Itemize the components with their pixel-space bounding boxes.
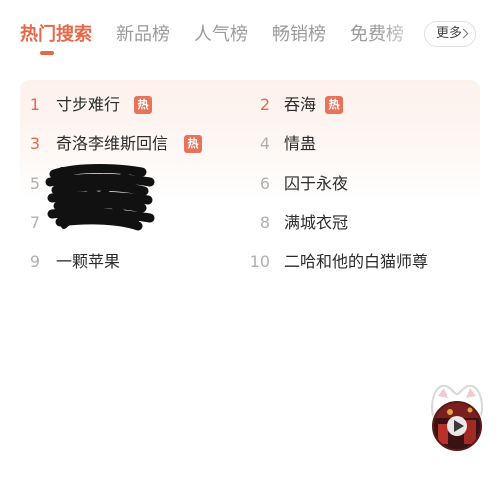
hot-search-page: 热门搜索 新品榜 人气榜 畅销榜 免费榜 更多 1 寸步难行 热 3 奇洛李维斯… bbox=[0, 0, 500, 500]
book-title: 满城衣冠 bbox=[284, 213, 349, 232]
ranking-item-6[interactable]: 6 囚于永夜 bbox=[246, 172, 466, 196]
rank-number: 8 bbox=[259, 213, 270, 232]
book-title: 一颗苹果 bbox=[56, 252, 121, 271]
ranking-item-9[interactable]: 9 一颗苹果 bbox=[16, 250, 216, 274]
book-title: 情蛊 bbox=[284, 134, 317, 153]
tab-new-books[interactable]: 新品榜 bbox=[116, 22, 170, 48]
ranking-tabs: 热门搜索 新品榜 人气榜 畅销榜 免费榜 更多 bbox=[0, 0, 500, 62]
floating-player[interactable] bbox=[420, 378, 494, 468]
rank-number: 10 bbox=[249, 252, 270, 271]
ranking-item-10[interactable]: 10 二哈和他的白猫师尊 bbox=[246, 250, 476, 274]
rank-number: 5 bbox=[29, 174, 40, 193]
more-button[interactable]: 更多 bbox=[424, 21, 476, 47]
rank-number: 4 bbox=[259, 134, 270, 153]
book-title: 囚于永夜 bbox=[284, 174, 349, 193]
rank-number: 1 bbox=[29, 95, 40, 114]
hot-badge: 热 bbox=[184, 135, 202, 153]
book-title: 寸步难行 bbox=[56, 95, 121, 114]
rank-number: 3 bbox=[29, 134, 40, 153]
redaction-scribble bbox=[45, 164, 155, 231]
active-tab-indicator bbox=[40, 51, 54, 55]
tab-bestseller[interactable]: 畅销榜 bbox=[272, 22, 326, 48]
tab-popularity[interactable]: 人气榜 bbox=[194, 22, 248, 48]
rank-number: 7 bbox=[29, 213, 40, 232]
ranking-item-8[interactable]: 8 满城衣冠 bbox=[246, 211, 466, 235]
rank-number: 9 bbox=[29, 252, 40, 271]
rank-number: 2 bbox=[259, 95, 270, 114]
ranking-item-3[interactable]: 3 奇洛李维斯回信 热 bbox=[16, 132, 216, 156]
book-title: 奇洛李维斯回信 bbox=[56, 134, 169, 153]
book-title: 吞海 bbox=[284, 95, 317, 114]
tab-hot-search[interactable]: 热门搜索 bbox=[20, 22, 92, 48]
hot-badge: 热 bbox=[134, 96, 152, 114]
ranking-item-1[interactable]: 1 寸步难行 热 bbox=[16, 93, 216, 117]
rank-number: 6 bbox=[259, 174, 270, 193]
ranking-item-4[interactable]: 4 情蛊 bbox=[246, 132, 466, 156]
tabs-fade-overlay bbox=[380, 18, 430, 52]
book-title: 二哈和他的白猫师尊 bbox=[284, 252, 429, 271]
hot-badge: 热 bbox=[325, 96, 343, 114]
ranking-item-2[interactable]: 2 吞海 热 bbox=[246, 93, 466, 117]
